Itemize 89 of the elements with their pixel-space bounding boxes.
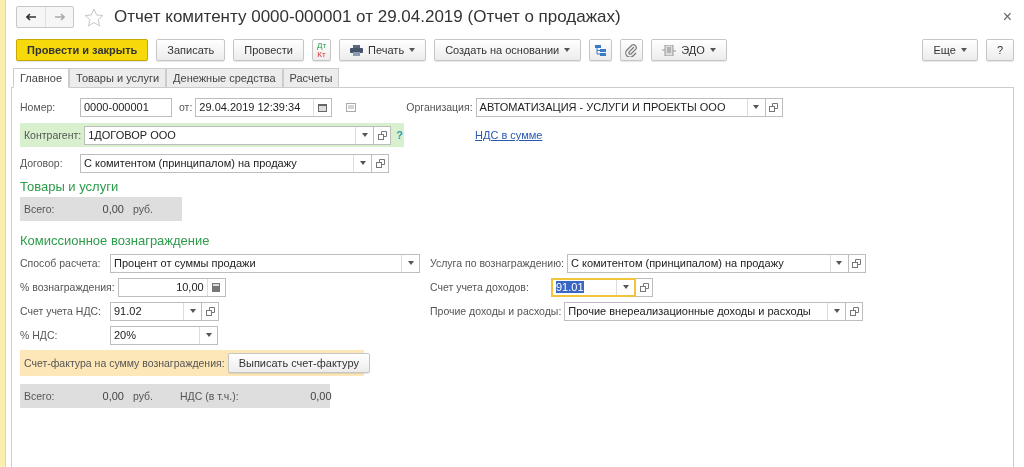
field-label: % НДС: (20, 329, 59, 341)
input-field[interactable]: Прочие внереализационные доходы и расходы (564, 301, 847, 321)
calculator-icon (212, 282, 221, 292)
open-button[interactable] (374, 125, 392, 145)
open-button[interactable] (372, 153, 389, 173)
field-label: Услуга по вознаграждению: (430, 257, 565, 269)
caret-icon (836, 261, 843, 265)
caret-icon (622, 285, 629, 289)
field-label: Прочие доходы и расходы: (430, 305, 563, 317)
open-icon (852, 258, 862, 268)
caret-icon (407, 261, 414, 265)
open-icon (639, 282, 649, 292)
caret-icon (361, 133, 368, 137)
toolbar-button[interactable]: ? (985, 39, 1014, 61)
open-icon (769, 102, 779, 112)
section-title: Комиссионное вознаграждение (20, 233, 211, 250)
caret-icon (205, 333, 212, 337)
open-icon (849, 306, 859, 316)
structure-button[interactable] (589, 39, 613, 61)
input-field[interactable]: 29.04.2019 12:39:34 (195, 97, 333, 117)
field-label: Счет учета НДС: (20, 305, 102, 317)
star-icon[interactable] (84, 7, 104, 27)
caret-icon (960, 48, 967, 52)
caret-icon (564, 48, 571, 52)
calendar-icon (318, 102, 328, 112)
open-icon (377, 130, 387, 140)
input-field[interactable]: 20% (110, 325, 218, 345)
open-button[interactable] (202, 301, 219, 321)
total-label: Всего: (24, 390, 56, 402)
menu-button[interactable]: Еще (922, 39, 978, 61)
open-icon (375, 158, 385, 168)
tab[interactable]: Главное (13, 68, 70, 88)
vat-label: НДС (в т.ч.): (180, 390, 240, 402)
input-field[interactable]: 91.02 (110, 301, 202, 321)
total-label: Всего: (24, 203, 56, 215)
forward-arrow-icon (54, 13, 65, 21)
currency-label: руб. (133, 203, 155, 215)
invoice-label: Счет-фактура на сумму вознаграждения: (24, 357, 226, 369)
caret-icon (359, 161, 366, 165)
input-field[interactable]: 10,00 (117, 277, 226, 297)
section-title: Товары и услуги (20, 179, 120, 196)
vat-link[interactable]: НДС в сумме (475, 129, 543, 141)
caret-icon (409, 48, 416, 52)
input-field[interactable]: Процент от суммы продажи (110, 253, 420, 273)
open-button[interactable] (636, 277, 653, 297)
vat-value: 0,00 (309, 390, 332, 402)
field-label: Счет учета доходов: (430, 281, 530, 293)
tab[interactable]: Расчеты (282, 68, 340, 88)
input-field[interactable]: 1ДОГОВОР ООО (84, 125, 375, 145)
field-label: Способ расчета: (20, 257, 102, 269)
post-and-close-button[interactable]: Провести и закрыть (16, 39, 149, 61)
field-label: Договор: (20, 157, 64, 169)
input-field[interactable]: С комитентом (принципалом) на продажу (80, 153, 372, 173)
list-icon[interactable] (346, 102, 357, 112)
printer-icon (350, 44, 364, 56)
close-button[interactable]: × (1000, 8, 1014, 26)
open-button[interactable] (846, 301, 864, 321)
input-field[interactable]: С комитентом (принципалом) на продажу (567, 253, 849, 273)
print-button[interactable]: Печать (339, 39, 427, 61)
tab[interactable]: Товары и услуги (69, 68, 167, 88)
paperclip-icon (625, 43, 639, 57)
structure-icon (594, 43, 608, 57)
toolbar-button[interactable]: Провести (233, 39, 304, 61)
open-icon (205, 306, 215, 316)
input-field[interactable]: 0000-000001 (80, 97, 172, 117)
caret-icon (189, 309, 196, 313)
issue-invoice-button[interactable]: Выписать счет-фактуру (227, 353, 370, 373)
field-label: % вознаграждения: (20, 281, 116, 293)
input-field[interactable]: АВТОМАТИЗАЦИЯ - УСЛУГИ И ПРОЕКТЫ ООО (475, 97, 766, 117)
caret-icon (753, 105, 760, 109)
menu-button[interactable]: Создать на основании (434, 39, 582, 61)
field-label: Номер: (20, 101, 57, 113)
toolbar-button[interactable]: Записать (156, 39, 226, 61)
field-label: Контрагент: (24, 129, 83, 141)
back-arrow-icon (26, 13, 36, 21)
caret-icon (709, 48, 716, 52)
total-value: 0,00 (101, 203, 124, 215)
journal-entries-button[interactable]: Дт Кт (312, 39, 332, 61)
total-value: 0,00 (101, 390, 124, 402)
attach-button[interactable] (620, 39, 644, 61)
field-label: от: (179, 101, 194, 113)
field-label: Организация: (406, 101, 474, 113)
caret-icon (833, 309, 840, 313)
currency-label: руб. (133, 390, 155, 402)
window-title: Отчет комитенту 0000-000001 от 29.04.2019 (Отчет о продажах) (114, 7, 622, 27)
document-exchange-icon (662, 44, 677, 56)
input-field[interactable]: 91.01 (551, 277, 636, 297)
tab[interactable]: Денежные средства (166, 68, 283, 88)
edo-button[interactable]: ЭДО (651, 39, 727, 61)
